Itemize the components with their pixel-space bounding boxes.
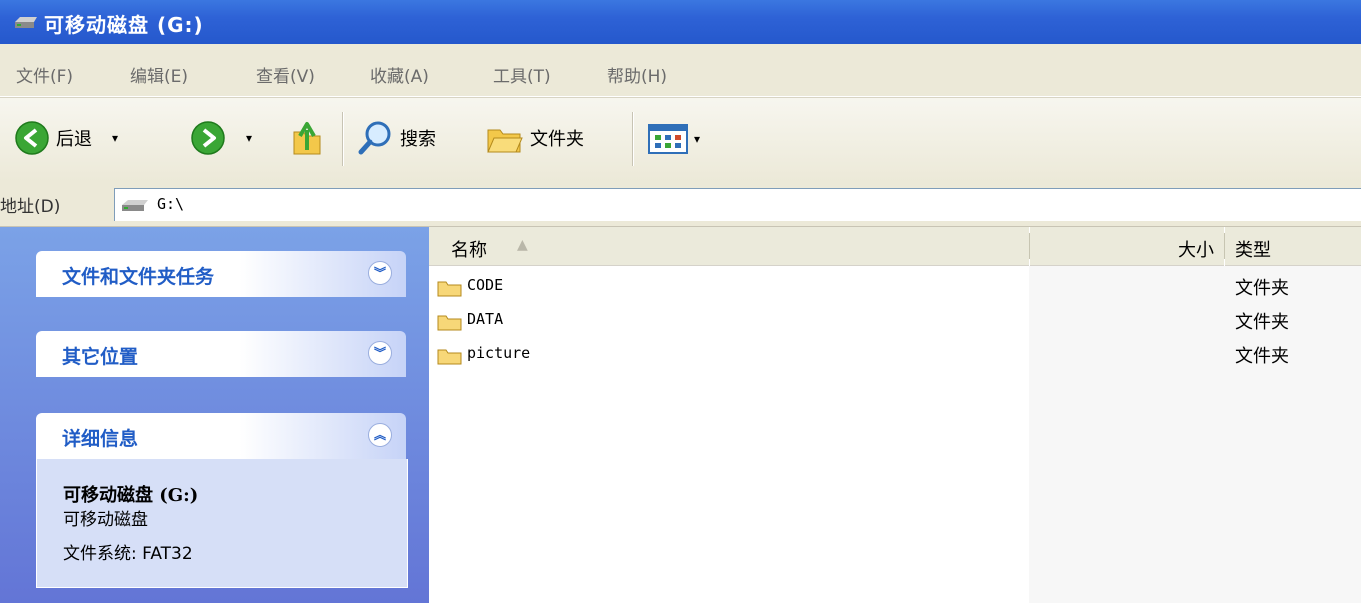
search-icon xyxy=(358,121,391,155)
panel-title: 详细信息 xyxy=(62,428,139,450)
column-header-type[interactable]: 类型 xyxy=(1225,227,1361,266)
search-button[interactable]: 搜索 xyxy=(358,120,436,156)
toolbar-separator xyxy=(632,112,634,166)
expand-chevron-icon[interactable]: ︾ xyxy=(368,341,392,365)
drive-icon xyxy=(14,15,38,34)
column-size-label: 大小 xyxy=(1178,240,1214,261)
panel-title: 文件和文件夹任务 xyxy=(62,266,215,288)
drive-icon xyxy=(121,198,149,217)
search-label: 搜索 xyxy=(400,129,436,150)
address-label: 地址(D) xyxy=(0,197,61,217)
panel-details[interactable]: 详细信息 ︽ xyxy=(36,413,406,459)
file-type: 文件夹 xyxy=(1235,312,1289,333)
views-icon xyxy=(648,124,688,154)
menu-view[interactable]: 查看(V) xyxy=(256,62,315,87)
sort-ascending-icon: ▲ xyxy=(517,237,528,253)
chevron-down-icon[interactable]: ▾ xyxy=(246,131,252,145)
file-list: 名称 ▲ 大小 类型 CODE 文件夹 DATA 文件夹 picture 文件夹 xyxy=(429,227,1361,603)
menu-tools[interactable]: 工具(T) xyxy=(493,62,551,87)
menu-favorites[interactable]: 收藏(A) xyxy=(370,62,429,87)
address-value: G:\ xyxy=(157,195,185,213)
menu-file[interactable]: 文件(F) xyxy=(16,62,73,87)
panel-other-places[interactable]: 其它位置 ︾ xyxy=(36,331,406,377)
file-name: DATA xyxy=(467,310,504,328)
column-name-label: 名称 xyxy=(451,240,487,261)
title-bar[interactable]: 可移动磁盘 (G:) xyxy=(0,0,1361,44)
file-name: picture xyxy=(467,344,531,362)
views-button[interactable]: ▾ xyxy=(648,124,700,154)
chevron-down-icon[interactable]: ▾ xyxy=(112,131,118,145)
menu-edit[interactable]: 编辑(E) xyxy=(130,62,188,87)
up-folder-icon xyxy=(293,122,321,155)
details-type: 可移动磁盘 xyxy=(63,510,148,530)
back-button[interactable]: 后退 ▾ xyxy=(14,120,118,156)
table-row[interactable]: picture 文件夹 xyxy=(437,341,1357,369)
toolbar-separator xyxy=(342,112,344,166)
file-type: 文件夹 xyxy=(1235,278,1289,299)
address-input[interactable]: G:\ xyxy=(114,188,1361,221)
menu-help[interactable]: 帮助(H) xyxy=(607,62,667,87)
panel-file-folder-tasks[interactable]: 文件和文件夹任务 ︾ xyxy=(36,251,406,297)
expand-chevron-icon[interactable]: ︾ xyxy=(368,261,392,285)
panel-title: 其它位置 xyxy=(62,346,139,368)
file-type: 文件夹 xyxy=(1235,346,1289,367)
details-body: 可移动磁盘 (G:) 可移动磁盘 文件系统: FAT32 xyxy=(36,459,408,588)
forward-button[interactable]: ▾ xyxy=(190,120,252,156)
file-name: CODE xyxy=(467,276,504,294)
column-header-name[interactable]: 名称 ▲ xyxy=(429,227,1029,266)
table-row[interactable]: DATA 文件夹 xyxy=(437,307,1357,335)
toolbar: 后退 ▾ ▾ 搜索 文件夹 ▾ xyxy=(0,97,1361,183)
folders-label: 文件夹 xyxy=(530,129,584,150)
table-row[interactable]: CODE 文件夹 xyxy=(437,273,1357,301)
column-header-size[interactable]: 大小 xyxy=(1030,227,1224,266)
back-arrow-icon xyxy=(15,121,49,155)
folder-icon xyxy=(437,313,463,335)
menu-bar: 文件(F) 编辑(E) 查看(V) 收藏(A) 工具(T) 帮助(H) xyxy=(0,44,1361,97)
folder-icon xyxy=(437,347,463,369)
collapse-chevron-icon[interactable]: ︽ xyxy=(368,423,392,447)
folders-button[interactable]: 文件夹 xyxy=(486,120,584,156)
details-filesystem: 文件系统: FAT32 xyxy=(63,544,193,564)
folder-icon xyxy=(437,279,463,301)
address-bar: 地址(D) G:\ xyxy=(0,182,1361,227)
forward-arrow-icon xyxy=(191,121,225,155)
details-name: 可移动磁盘 (G:) xyxy=(63,485,199,506)
up-folder-button[interactable] xyxy=(290,118,324,158)
column-type-label: 类型 xyxy=(1235,240,1271,261)
window-title: 可移动磁盘 (G:) xyxy=(44,13,204,37)
chevron-down-icon[interactable]: ▾ xyxy=(694,132,700,146)
task-pane: 文件和文件夹任务 ︾ 其它位置 ︾ 详细信息 ︽ 可移动磁盘 (G:) 可移动磁… xyxy=(0,227,429,603)
folder-icon xyxy=(487,129,523,153)
back-label: 后退 xyxy=(56,129,92,150)
